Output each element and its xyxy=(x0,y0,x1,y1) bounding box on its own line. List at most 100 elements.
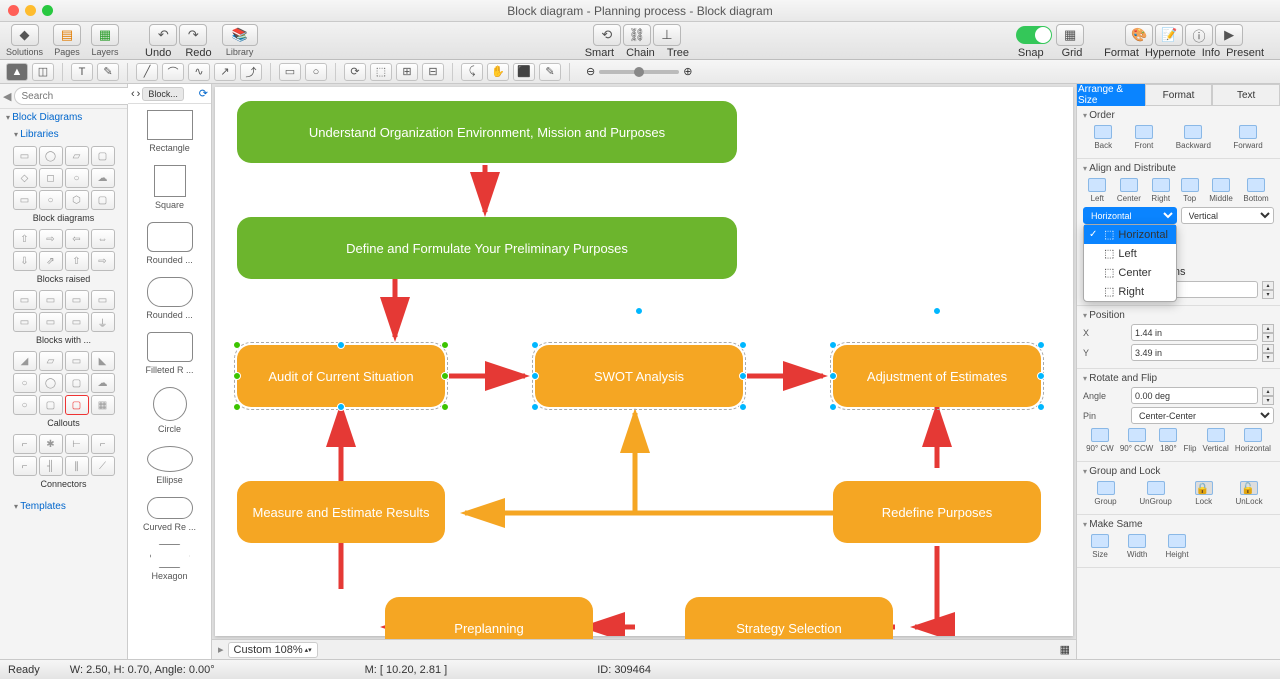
snap-toggle[interactable] xyxy=(1016,26,1052,44)
shape-rectangle[interactable]: Rectangle xyxy=(128,104,211,159)
zoom-window-button[interactable] xyxy=(42,5,53,16)
block-measure[interactable]: Measure and Estimate Results xyxy=(237,481,445,543)
shape-ellipse[interactable]: Ellipse xyxy=(128,440,211,491)
present-button[interactable]: ▶ xyxy=(1215,24,1243,46)
palette-blocks-with[interactable]: ▭▭▭▭ ▭▭▭⏚ xyxy=(6,290,121,332)
palette-connectors[interactable]: ⌐✱⊢⌐ ⌐╢∥⟋ xyxy=(6,434,121,476)
zoom-slider[interactable]: ⊖ ⊕ xyxy=(586,65,692,78)
tab-text[interactable]: Text xyxy=(1212,84,1280,106)
undo-button[interactable]: ↶ xyxy=(149,24,177,46)
rotate-90cw[interactable]: 90° CW xyxy=(1086,428,1114,453)
block-understand[interactable]: Understand Organization Environment, Mis… xyxy=(237,101,737,163)
note-tool[interactable]: ✎ xyxy=(97,63,119,81)
distribute-opt-center[interactable]: ⬚Center xyxy=(1084,263,1176,282)
align-bottom[interactable]: Bottom xyxy=(1243,178,1268,203)
position-x-field[interactable] xyxy=(1131,324,1258,341)
rotate-90ccw[interactable]: 90° CCW xyxy=(1120,428,1153,453)
stencil-refresh-icon[interactable]: ⟳ xyxy=(199,87,208,100)
ungroup-button[interactable]: UnGroup xyxy=(1139,481,1171,506)
smart-button[interactable]: ⟲ xyxy=(593,24,621,46)
palette-block-diagrams[interactable]: ▭◯▱▢ ◇◻○☁ ▭○⬡▢ xyxy=(6,146,121,210)
pin-select[interactable]: Center-Center xyxy=(1131,407,1274,424)
spline-tool[interactable]: ∿ xyxy=(188,63,210,81)
crop-tool[interactable]: ⬛ xyxy=(513,63,535,81)
format-panel-button[interactable]: 🎨 xyxy=(1125,24,1153,46)
block-redefine[interactable]: Redefine Purposes xyxy=(833,481,1041,543)
y-stepper[interactable]: ▴▾ xyxy=(1262,344,1274,361)
distribute-v-select[interactable]: Vertical xyxy=(1181,207,1275,224)
height-stepper[interactable]: ▴▾ xyxy=(1262,281,1274,298)
flip-horizontal[interactable]: Horizontal xyxy=(1235,428,1271,453)
chain-button[interactable]: ⛓ xyxy=(623,24,651,46)
fill-tool[interactable]: ✎ xyxy=(539,63,561,81)
redo-button[interactable]: ↷ xyxy=(179,24,207,46)
ellipse-tool[interactable]: ○ xyxy=(305,63,327,81)
library-button[interactable]: 📚 xyxy=(222,24,258,46)
angle-field[interactable] xyxy=(1131,387,1258,404)
info-button[interactable]: ⓘ xyxy=(1185,24,1213,46)
palette-blocks-raised[interactable]: ⇧⇨⇦⇔ ⇩⇗⇧⇨ xyxy=(6,229,121,271)
makesame-width[interactable]: Width xyxy=(1127,534,1147,559)
order-backward[interactable]: Backward xyxy=(1176,125,1211,150)
lasso-tool[interactable]: ◫ xyxy=(32,63,54,81)
collapse-icon[interactable]: ◀ xyxy=(3,90,11,103)
align-left[interactable]: Left xyxy=(1088,178,1106,203)
layers-button[interactable]: ▦ xyxy=(91,24,119,46)
section-align-header[interactable]: Align and Distribute xyxy=(1083,163,1274,174)
group-tool[interactable]: ⬚ xyxy=(370,63,392,81)
distribute-opt-horizontal[interactable]: ⬚Horizontal xyxy=(1084,225,1176,244)
block-adjustment[interactable]: Adjustment of Estimates xyxy=(833,345,1041,407)
flip-vertical[interactable]: Vertical xyxy=(1203,428,1229,453)
tab-format[interactable]: Format xyxy=(1145,84,1213,106)
zoom-level-select[interactable]: Custom 108%▴▾ xyxy=(228,642,318,658)
makesame-size[interactable]: Size xyxy=(1091,534,1109,559)
rectangle-tool[interactable]: ▭ xyxy=(279,63,301,81)
shape-circle[interactable]: Circle xyxy=(128,381,211,440)
zoom-in-icon[interactable]: ⊕ xyxy=(683,65,692,78)
position-y-field[interactable] xyxy=(1131,344,1258,361)
section-order-header[interactable]: Order xyxy=(1083,110,1274,121)
distribute-opt-right[interactable]: ⬚Right xyxy=(1084,282,1176,301)
tab-arrange-size[interactable]: Arrange & Size xyxy=(1077,84,1145,106)
tree-libraries[interactable]: Libraries xyxy=(0,126,127,143)
minimize-window-button[interactable] xyxy=(25,5,36,16)
grid-button[interactable]: ▦ xyxy=(1056,24,1084,46)
rotate-tool[interactable]: ⟳ xyxy=(344,63,366,81)
align-right[interactable]: Right xyxy=(1151,178,1170,203)
block-preplanning[interactable]: Preplanning xyxy=(385,597,593,639)
section-position-header[interactable]: Position xyxy=(1083,310,1274,321)
section-makesame-header[interactable]: Make Same xyxy=(1083,519,1274,530)
line-tool[interactable]: ╱ xyxy=(136,63,158,81)
section-rotate-header[interactable]: Rotate and Flip xyxy=(1083,373,1274,384)
unlock-button[interactable]: 🔓UnLock xyxy=(1235,481,1262,506)
eyedropper-tool[interactable]: ⤹ xyxy=(461,63,483,81)
rotate-180[interactable]: 180° xyxy=(1159,428,1177,453)
order-forward[interactable]: Forward xyxy=(1233,125,1262,150)
palette-callouts[interactable]: ◢▱▭◣ ○◯▢☁ ○▢▢▦ xyxy=(6,351,121,415)
block-strategy[interactable]: Strategy Selection xyxy=(685,597,893,639)
arc-tool[interactable]: ⌒ xyxy=(162,63,184,81)
hypernote-button[interactable]: 📝 xyxy=(1155,24,1183,46)
stencil-forward-icon[interactable]: › xyxy=(137,88,141,100)
distribute-tool[interactable]: ⊟ xyxy=(422,63,444,81)
shape-square[interactable]: Square xyxy=(128,159,211,216)
stencil-breadcrumb[interactable]: Block... xyxy=(142,87,184,101)
shape-rounded-1[interactable]: Rounded ... xyxy=(128,216,211,271)
align-middle[interactable]: Middle xyxy=(1209,178,1233,203)
tree-button[interactable]: ⊥ xyxy=(653,24,681,46)
shape-filleted[interactable]: Filleted R ... xyxy=(128,326,211,381)
makesame-height[interactable]: Height xyxy=(1165,534,1188,559)
canvas[interactable]: Understand Organization Environment, Mis… xyxy=(215,87,1073,636)
distribute-opt-left[interactable]: ⬚Left xyxy=(1084,244,1176,263)
angle-stepper[interactable]: ▴▾ xyxy=(1262,387,1274,404)
pointer-tool[interactable]: ▲ xyxy=(6,63,28,81)
tree-block-diagrams[interactable]: Block Diagrams xyxy=(0,109,127,126)
section-group-header[interactable]: Group and Lock xyxy=(1083,466,1274,477)
pages-button[interactable]: ▤ xyxy=(53,24,81,46)
distribute-h-dropdown[interactable]: ⬚Horizontal ⬚Left ⬚Center ⬚Right xyxy=(1083,224,1177,302)
order-back[interactable]: Back xyxy=(1094,125,1112,150)
connector-tool[interactable]: ↗ xyxy=(214,63,236,81)
zoom-out-icon[interactable]: ⊖ xyxy=(586,65,595,78)
shape-hexagon[interactable]: Hexagon xyxy=(128,538,211,587)
block-swot[interactable]: SWOT Analysis xyxy=(535,345,743,407)
